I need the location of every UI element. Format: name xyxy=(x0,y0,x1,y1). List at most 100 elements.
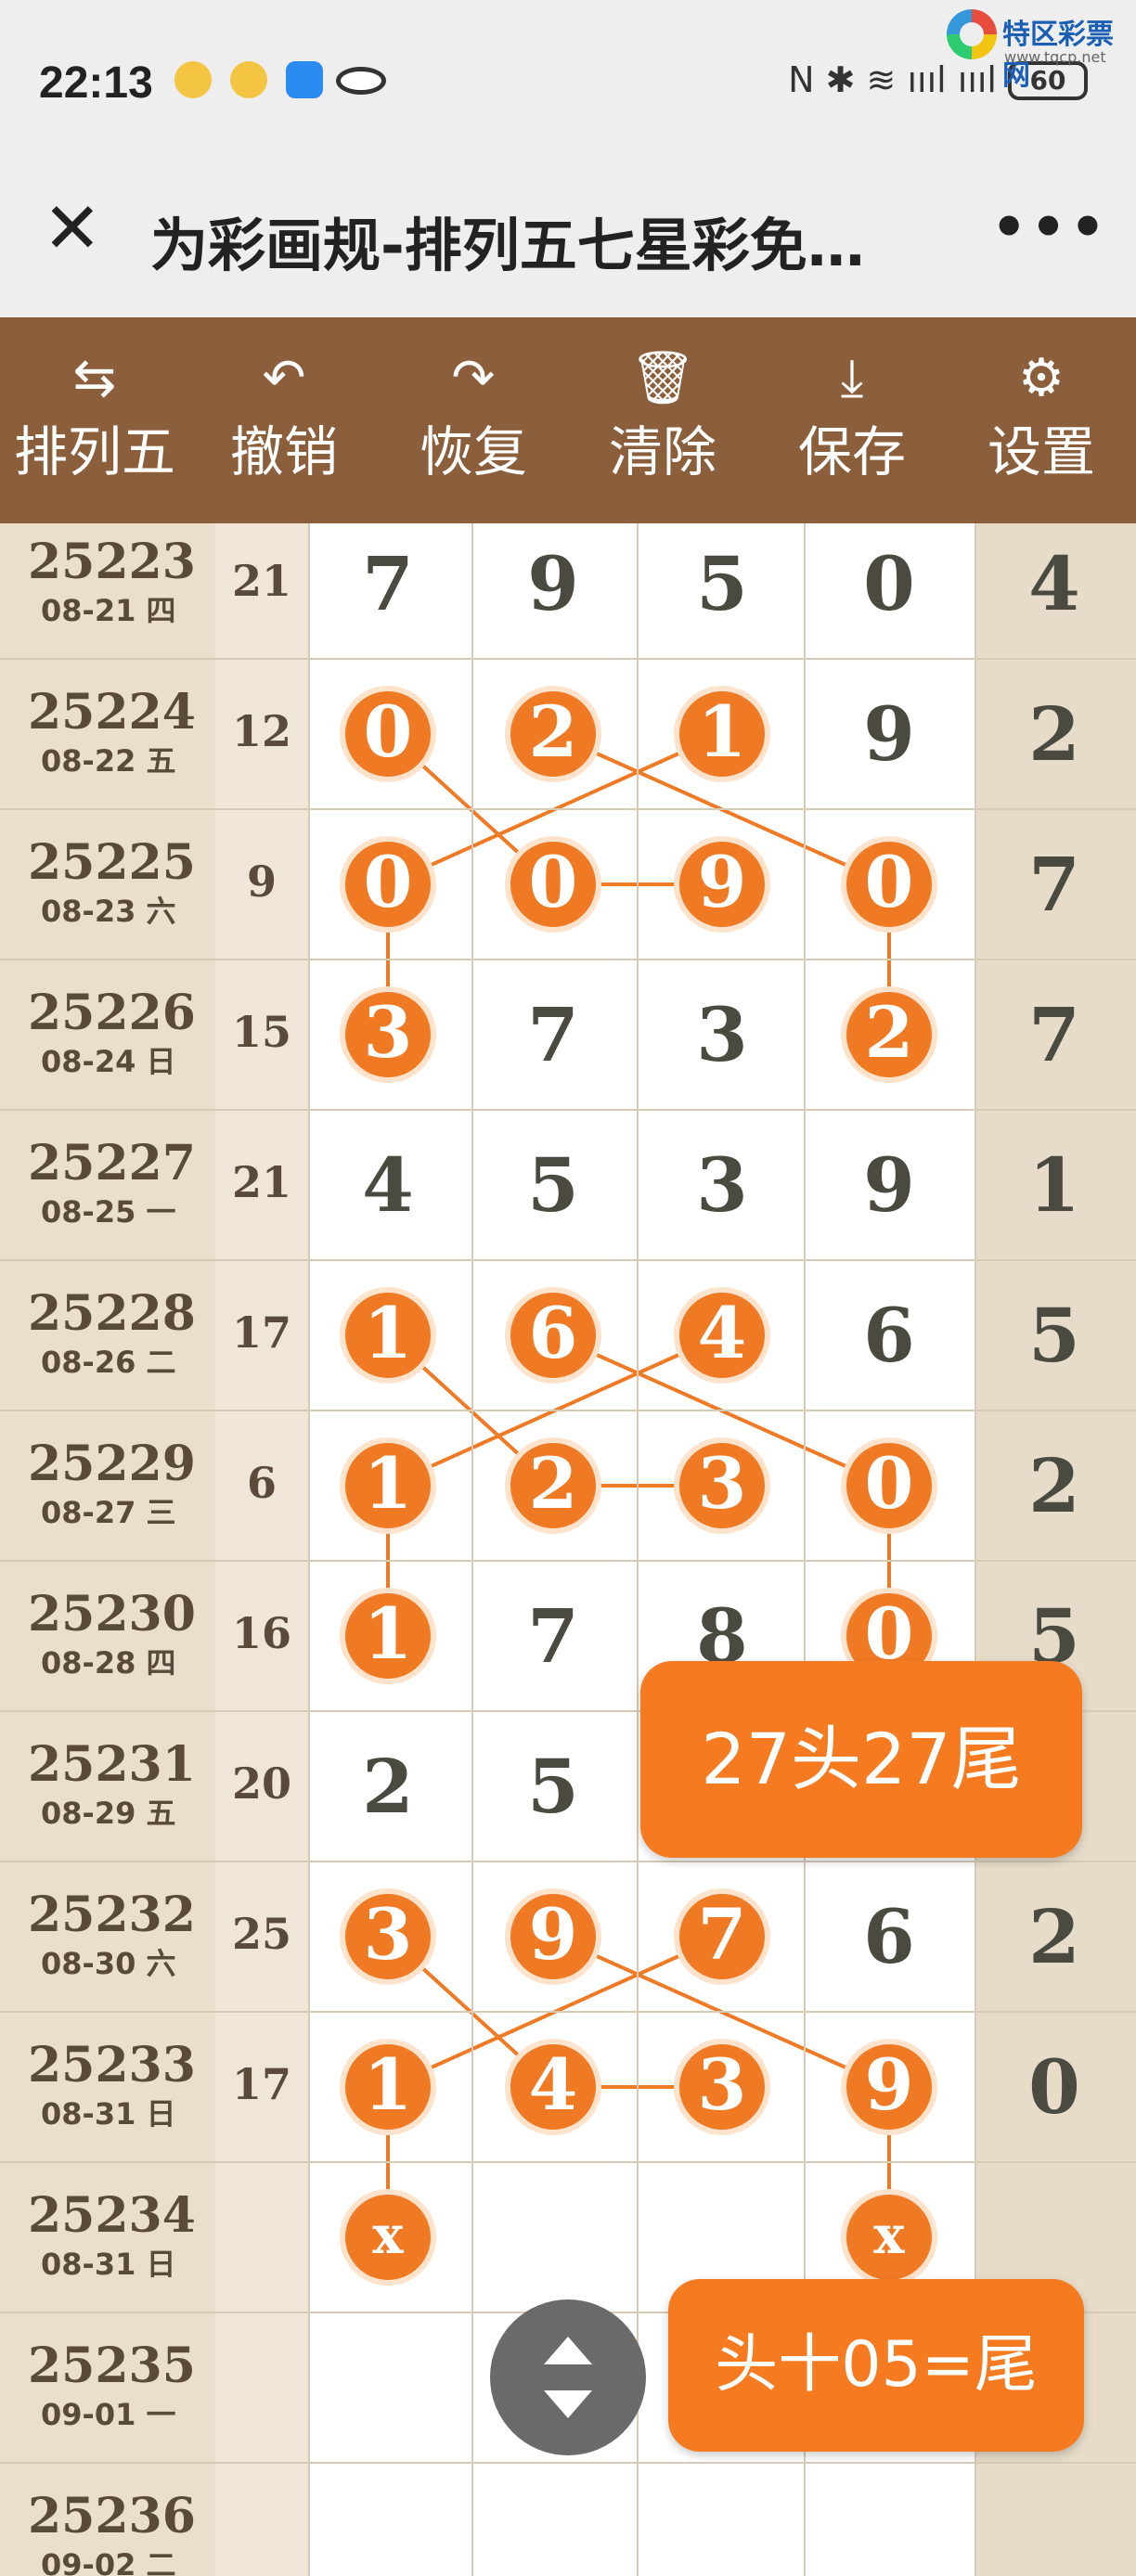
more-options-button[interactable]: ••• xyxy=(991,195,1109,260)
issue-date: 08-28 四 xyxy=(41,1645,176,1681)
grid-vline xyxy=(308,523,310,2576)
issue-date: 08-25 一 xyxy=(41,1194,176,1230)
issue-date: 08-31 日 xyxy=(41,2096,176,2132)
last-digit-cell[interactable]: 0 xyxy=(999,2041,1110,2133)
marked-digit-ball[interactable]: 7 xyxy=(674,1888,770,1985)
redo-icon: ↷ xyxy=(451,348,496,408)
sum-value: 21 xyxy=(231,1157,291,1207)
marked-digit-ball[interactable]: 4 xyxy=(505,2039,601,2135)
marked-digit-ball[interactable]: x xyxy=(340,2189,436,2286)
digit-cell[interactable]: 5 xyxy=(666,537,778,630)
digit-cell[interactable]: 3 xyxy=(666,988,778,1081)
app-notification-icon xyxy=(286,61,323,98)
issue-number: 25235 xyxy=(28,2338,196,2394)
grid-hline xyxy=(0,2011,1136,2013)
settings-button[interactable]: ⚙ 设置 xyxy=(947,317,1136,523)
issue-date: 08-21 四 xyxy=(41,593,176,628)
scroll-toggle-button[interactable] xyxy=(490,2299,646,2455)
clear-button[interactable]: 🗑 清除 xyxy=(568,317,757,523)
grid-vline xyxy=(975,523,976,2576)
marked-digit-ball[interactable]: 0 xyxy=(505,836,601,933)
marked-digit-ball[interactable]: 2 xyxy=(841,986,937,1083)
issue-number: 25229 xyxy=(28,1436,196,1492)
issue-date: 08-30 六 xyxy=(41,1946,176,1981)
marked-digit-ball[interactable]: 0 xyxy=(841,1437,937,1534)
marked-digit-ball[interactable]: 4 xyxy=(674,1287,770,1384)
toolbar-label: 恢复 xyxy=(419,420,527,483)
last-digit-cell[interactable]: 2 xyxy=(999,1890,1110,1983)
grid-hline xyxy=(0,2161,1136,2163)
marked-digit-ball[interactable]: 1 xyxy=(674,686,770,782)
marked-digit-ball[interactable]: 0 xyxy=(841,836,937,933)
digit-cell[interactable]: 7 xyxy=(497,988,609,1081)
issue-number: 25227 xyxy=(28,1135,196,1191)
digit-cell[interactable]: 5 xyxy=(497,1740,609,1833)
arrow-up-icon xyxy=(544,2337,592,2364)
formula-badge[interactable]: 头十05=尾 xyxy=(668,2279,1084,2452)
digit-cell[interactable]: 9 xyxy=(497,537,609,630)
marked-digit-ball[interactable]: 1 xyxy=(340,2039,436,2135)
digit-cell[interactable]: 0 xyxy=(833,537,945,630)
toolbar-label: 设置 xyxy=(987,420,1095,483)
digit-cell[interactable]: 4 xyxy=(332,1139,444,1231)
toolbar-label: 清除 xyxy=(608,420,716,483)
logo-icon xyxy=(947,9,997,59)
digit-cell[interactable]: 6 xyxy=(833,1890,945,1983)
download-icon: ⤓ xyxy=(840,348,864,408)
digit-cell[interactable]: 5 xyxy=(497,1139,609,1231)
marked-digit-ball[interactable]: 9 xyxy=(674,836,770,933)
sum-value: 16 xyxy=(231,1608,291,1658)
marked-digit-ball[interactable]: 1 xyxy=(340,1588,436,1684)
last-digit-cell[interactable]: 4 xyxy=(999,537,1110,630)
digit-cell[interactable]: 2 xyxy=(332,1740,444,1833)
issue-number: 25233 xyxy=(28,2037,196,2093)
digit-cell[interactable]: 3 xyxy=(666,1139,778,1231)
issue-number: 25224 xyxy=(28,684,196,741)
redo-button[interactable]: ↷ 恢复 xyxy=(379,317,568,523)
last-digit-cell[interactable]: 2 xyxy=(999,688,1110,780)
last-digit-cell[interactable]: 1 xyxy=(999,1139,1110,1231)
marked-digit-ball[interactable]: 1 xyxy=(340,1437,436,1534)
marked-digit-ball[interactable]: 0 xyxy=(340,686,436,782)
marked-digit-ball[interactable]: 9 xyxy=(505,1888,601,1985)
marked-digit-ball[interactable]: 3 xyxy=(340,1888,436,1985)
sum-value: 9 xyxy=(246,857,277,907)
last-digit-cell[interactable]: 5 xyxy=(999,1289,1110,1382)
marked-digit-ball[interactable]: 3 xyxy=(340,986,436,1083)
undo-button[interactable]: ↶ 撤销 xyxy=(189,317,379,523)
digit-cell[interactable]: 9 xyxy=(833,1139,945,1231)
marked-digit-ball[interactable]: 2 xyxy=(505,686,601,782)
grid-hline xyxy=(0,1109,1136,1111)
digit-cell[interactable]: 6 xyxy=(833,1289,945,1382)
grid-vline xyxy=(471,523,473,2576)
last-digit-cell[interactable]: 2 xyxy=(999,1439,1110,1532)
draw-grid[interactable]: 25223 08-21 四 21 7 9 5 0 4 25224 08-22 五 12 0 2 1 9 2 25… xyxy=(0,523,1136,2576)
close-icon[interactable]: ✕ xyxy=(43,191,102,265)
save-button[interactable]: ⤓ 保存 xyxy=(757,317,947,523)
digit-cell[interactable]: 7 xyxy=(332,537,444,630)
digit-cell[interactable]: 7 xyxy=(497,1590,609,1682)
sum-value: 12 xyxy=(231,706,291,756)
marked-digit-ball[interactable]: x xyxy=(841,2189,937,2286)
issue-number: 25226 xyxy=(28,985,196,1041)
marked-digit-ball[interactable]: 2 xyxy=(505,1437,601,1534)
digit-cell[interactable]: 9 xyxy=(833,688,945,780)
issue-date: 08-22 五 xyxy=(41,743,176,779)
marked-digit-ball[interactable]: 0 xyxy=(340,836,436,933)
watermark-url: www.tqcp.net xyxy=(1004,48,1106,66)
toolbar-button-switch[interactable]: ⇆ 排列五 xyxy=(0,317,189,523)
last-digit-cell[interactable]: 7 xyxy=(999,838,1110,931)
status-time: 22:13 xyxy=(39,58,153,108)
marked-digit-ball[interactable]: 1 xyxy=(340,1287,436,1384)
marked-digit-ball[interactable]: 6 xyxy=(505,1287,601,1384)
issue-date: 09-02 二 xyxy=(41,2547,176,2576)
issue-number: 25225 xyxy=(28,834,196,891)
marked-digit-ball[interactable]: 3 xyxy=(674,2039,770,2135)
marked-digit-ball[interactable]: 9 xyxy=(841,2039,937,2135)
issue-number: 25223 xyxy=(28,534,196,590)
page-title: 为彩画规-排列五七星彩免… xyxy=(150,212,865,279)
marked-digit-ball[interactable]: 3 xyxy=(674,1437,770,1534)
last-digit-cell[interactable]: 7 xyxy=(999,988,1110,1081)
grid-vline xyxy=(804,523,806,2576)
pattern-badge[interactable]: 27头27尾 xyxy=(640,1661,1082,1858)
